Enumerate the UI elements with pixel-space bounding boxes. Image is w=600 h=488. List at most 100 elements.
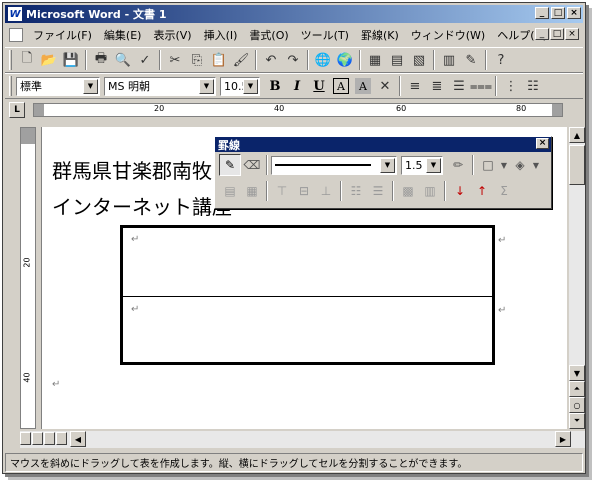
title-bar[interactable]: W Microsoft Word - 文書 1 _ □ × [5, 5, 583, 23]
palette-title-bar[interactable]: 罫線 × [215, 137, 551, 152]
style-combo[interactable]: 標準 ▼ [16, 76, 100, 96]
scroll-down-icon[interactable]: ▼ [569, 365, 585, 381]
columns-icon[interactable]: ▥ [438, 49, 460, 71]
document-icon[interactable] [9, 28, 23, 42]
line-weight-dropdown-icon[interactable]: ▼ [426, 157, 441, 173]
distribute-columns-icon[interactable]: ☰ [367, 180, 389, 202]
menu-tools[interactable]: ツール(T) [295, 27, 355, 43]
insert-table-icon[interactable]: ▤ [386, 49, 408, 71]
menu-format[interactable]: 書式(O) [243, 27, 294, 43]
align-center-icon[interactable]: ⊟ [293, 180, 315, 202]
autosum-icon[interactable]: Σ [493, 180, 515, 202]
palette-close-button[interactable]: × [536, 138, 549, 149]
copy-icon[interactable]: ⎘ [186, 49, 208, 71]
align-center-text-icon[interactable]: ≣ [426, 75, 448, 97]
scroll-right-icon[interactable]: ▶ [555, 431, 571, 447]
print-icon[interactable]: 🖶 [90, 49, 112, 71]
draw-table-pencil-icon[interactable]: ✎ [219, 154, 241, 176]
cut-icon[interactable]: ✂ [164, 49, 186, 71]
vertical-ruler[interactable]: 20 40 [20, 127, 36, 429]
bold-button[interactable]: B [264, 75, 286, 97]
outside-border-icon[interactable]: □ [477, 154, 499, 176]
web-icon[interactable]: 🌍 [334, 49, 356, 71]
print-preview-icon[interactable]: 🔍 [112, 49, 134, 71]
minimize-button[interactable]: _ [535, 7, 549, 19]
doc-close-button[interactable]: × [565, 28, 579, 40]
document-table[interactable]: ↵ ↵ [120, 225, 495, 365]
menu-file[interactable]: ファイル(F) [27, 27, 98, 43]
outline-view-icon[interactable] [56, 432, 67, 445]
open-icon[interactable]: 📂 [38, 49, 60, 71]
tables-borders-icon[interactable]: ▦ [364, 49, 386, 71]
border-color-icon[interactable]: ✏ [447, 154, 469, 176]
shading-dropdown-icon[interactable]: ▼ [531, 154, 541, 176]
line-style-dropdown-icon[interactable]: ▼ [380, 157, 395, 173]
new-icon[interactable]: 🗋 [16, 49, 38, 71]
eraser-icon[interactable]: ⌫ [241, 154, 263, 176]
paste-icon[interactable]: 📋 [208, 49, 230, 71]
toolbar-grip[interactable] [9, 50, 12, 70]
size-combo[interactable]: 10.5 ▼ [220, 76, 260, 96]
size-dropdown-icon[interactable]: ▼ [243, 78, 258, 94]
redo-icon[interactable]: ↷ [282, 49, 304, 71]
align-top-icon[interactable]: ⊤ [271, 180, 293, 202]
document-line-1[interactable]: 群馬県甘楽郡南牧 [52, 155, 212, 184]
menu-edit[interactable]: 編集(E) [98, 27, 148, 43]
align-right-icon[interactable]: ☰ [448, 75, 470, 97]
word-app-icon[interactable]: W [8, 7, 22, 21]
font-combo[interactable]: MS 明朝 ▼ [104, 76, 216, 96]
menu-insert[interactable]: 挿入(I) [198, 27, 244, 43]
char-shade-button[interactable]: A [355, 78, 371, 94]
help-icon[interactable]: ? [490, 49, 512, 71]
tab-selector[interactable]: L [9, 102, 25, 118]
normal-view-icon[interactable] [20, 432, 31, 445]
underline-button[interactable]: U [308, 75, 330, 97]
char-scale-icon[interactable]: ✕ [374, 75, 396, 97]
sort-asc-icon[interactable]: ↓ [449, 180, 471, 202]
menu-table[interactable]: 罫線(K) [355, 27, 405, 43]
line-weight-combo[interactable]: 1.5 ▼ [401, 155, 443, 175]
split-cells-icon[interactable]: ▦ [241, 180, 263, 202]
borders-palette[interactable]: 罫線 × ✎ ⌫ ▼ 1.5 ▼ ✏ □ ▼ ◈ ▼ ▤ ▦ ⊤ ⊟ ⊥ ☷ ☰ … [214, 136, 552, 209]
table-autoformat-icon[interactable]: ▩ [397, 180, 419, 202]
close-button[interactable]: × [567, 7, 581, 19]
document-line-2[interactable]: インターネット講座 [52, 191, 232, 220]
distribute-icon[interactable]: ⩶ [470, 75, 492, 97]
insert-excel-icon[interactable]: ▧ [408, 49, 430, 71]
font-dropdown-icon[interactable]: ▼ [199, 78, 214, 94]
print-layout-icon[interactable] [44, 432, 55, 445]
vertical-scrollbar[interactable]: ▲ ▼ ⏶ ○ ⏷ [569, 127, 585, 429]
spelling-icon[interactable]: ✓ [134, 49, 156, 71]
browse-object-icon[interactable]: ○ [569, 397, 585, 413]
menu-window[interactable]: ウィンドウ(W) [405, 27, 491, 43]
maximize-button[interactable]: □ [551, 7, 565, 19]
style-dropdown-icon[interactable]: ▼ [83, 78, 98, 94]
format-painter-icon[interactable]: 🖌 [230, 49, 252, 71]
toolbar-grip-2[interactable] [9, 76, 12, 96]
horizontal-ruler[interactable]: 20 40 60 80 [33, 103, 563, 117]
menu-view[interactable]: 表示(V) [147, 27, 197, 43]
hyperlink-icon[interactable]: 🌐 [312, 49, 334, 71]
align-bottom-icon[interactable]: ⊥ [315, 180, 337, 202]
distribute-rows-icon[interactable]: ☷ [345, 180, 367, 202]
undo-icon[interactable]: ↶ [260, 49, 282, 71]
scroll-left-icon[interactable]: ◀ [70, 431, 86, 447]
char-border-button[interactable]: A [333, 78, 349, 94]
border-dropdown-icon[interactable]: ▼ [499, 154, 509, 176]
prev-page-icon[interactable]: ⏶ [569, 381, 585, 397]
sort-desc-icon[interactable]: ↑ [471, 180, 493, 202]
doc-restore-button[interactable]: □ [550, 28, 564, 40]
doc-minimize-button[interactable]: _ [535, 28, 549, 40]
save-icon[interactable]: 💾 [60, 49, 82, 71]
merge-cells-icon[interactable]: ▤ [219, 180, 241, 202]
horizontal-scrollbar[interactable]: ◀ ▶ [20, 431, 585, 448]
next-page-icon[interactable]: ⏷ [569, 413, 585, 429]
bullets-icon[interactable]: ☷ [522, 75, 544, 97]
web-layout-icon[interactable] [32, 432, 43, 445]
scroll-up-icon[interactable]: ▲ [569, 127, 585, 143]
line-style-combo[interactable]: ▼ [271, 155, 397, 175]
italic-button[interactable]: I [286, 75, 308, 97]
drawing-icon[interactable]: ✎ [460, 49, 482, 71]
align-justify-icon[interactable]: ≡ [404, 75, 426, 97]
numbering-icon[interactable]: ⋮ [500, 75, 522, 97]
